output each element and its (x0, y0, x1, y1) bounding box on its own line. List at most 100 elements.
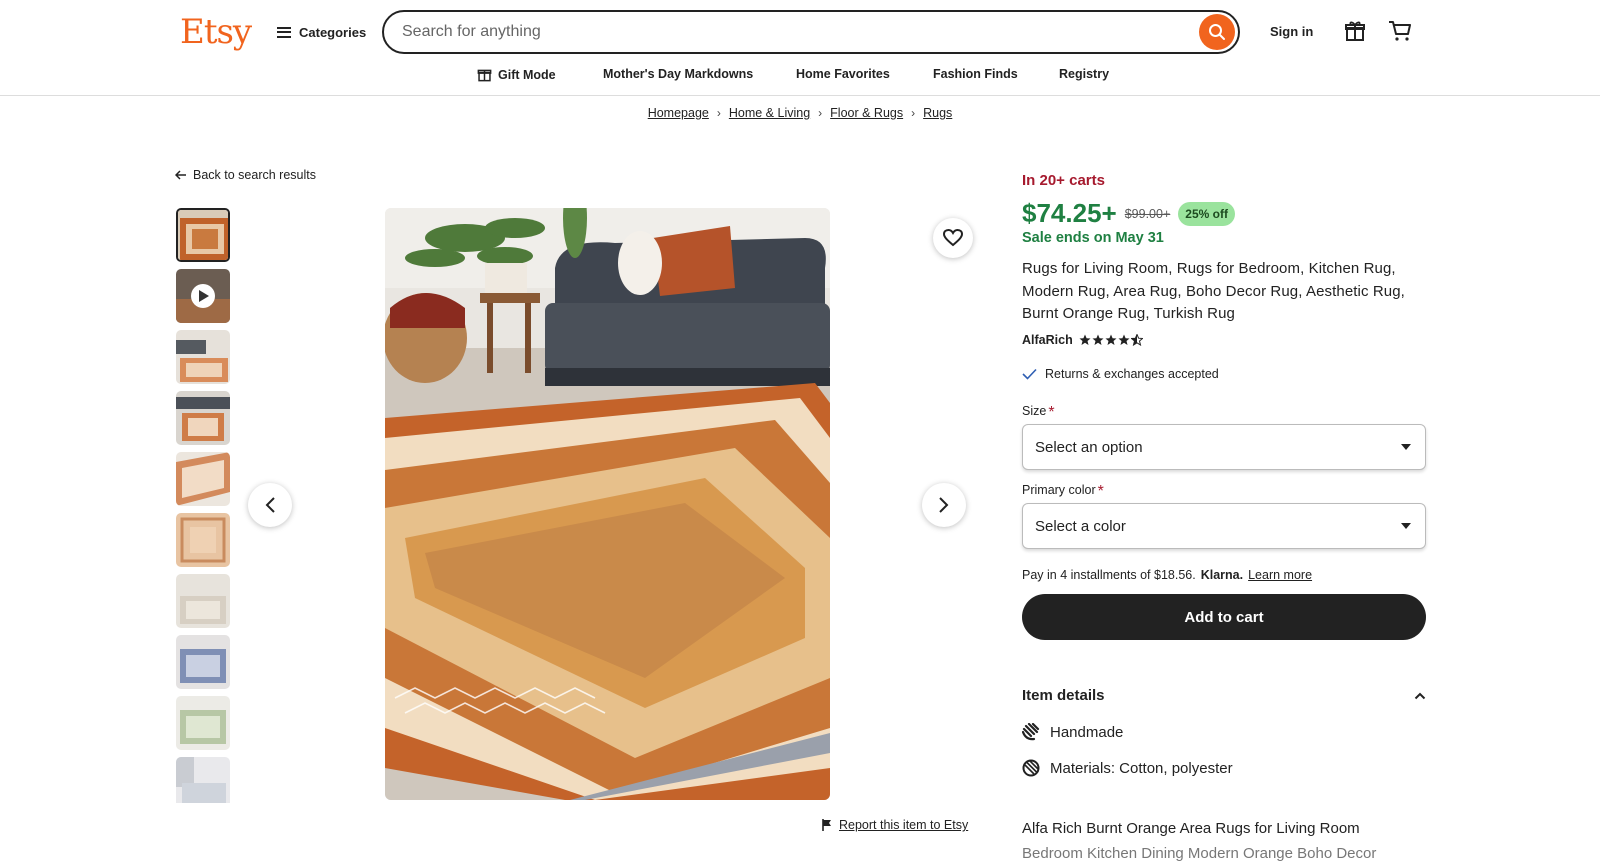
chevron-left-icon (265, 497, 275, 513)
sign-in-link[interactable]: Sign in (1270, 24, 1313, 39)
nav-mothers-day[interactable]: Mother's Day Markdowns (603, 67, 753, 81)
cart-icon[interactable] (1388, 20, 1412, 47)
site-header: Etsy Categories Sign in Gift Mode Mother… (0, 0, 1600, 96)
breadcrumb-floor-rugs[interactable]: Floor & Rugs (830, 106, 903, 120)
in-carts-text: In 20+ carts (1022, 172, 1105, 189)
nav-home-favorites[interactable]: Home Favorites (796, 67, 890, 81)
breadcrumb-homepage[interactable]: Homepage (648, 106, 709, 120)
klarna-learn-more-link[interactable]: Learn more (1248, 568, 1312, 582)
dropdown-caret-icon (1401, 523, 1411, 529)
chevron-right-icon (939, 497, 949, 513)
back-to-results-link[interactable]: Back to search results (175, 168, 316, 182)
heart-icon (943, 229, 963, 247)
report-item-link[interactable]: Report this item to Etsy (822, 818, 968, 832)
star-icon (1079, 334, 1091, 345)
nav-label: Fashion Finds (933, 67, 1018, 81)
thumbnail[interactable] (176, 330, 230, 384)
sale-ends-text: Sale ends on May 31 (1022, 230, 1164, 246)
arrow-left-icon (175, 170, 186, 180)
chevron-right-icon: › (818, 106, 823, 120)
description-line: Alfa Rich Burnt Orange Area Rugs for Liv… (1022, 820, 1360, 837)
sale-price: $74.25+ (1022, 198, 1117, 228)
nav-label: Home Favorites (796, 67, 890, 81)
search-input[interactable] (402, 23, 1199, 41)
main-product-image[interactable] (385, 208, 830, 800)
thumbnail[interactable] (176, 757, 230, 803)
categories-button[interactable]: Categories (277, 22, 366, 42)
original-price: $99.00+ (1124, 206, 1171, 221)
nav-label: Gift Mode (498, 67, 556, 82)
nav-label: Registry (1059, 67, 1110, 81)
chevron-right-icon: › (716, 106, 721, 120)
star-icon (1092, 334, 1104, 345)
returns-policy: Returns & exchanges accepted (1022, 367, 1219, 381)
half-star-icon (1130, 334, 1143, 346)
detail-handmade: Handmade (1022, 723, 1123, 741)
star-icon (1118, 334, 1130, 345)
thumbnail[interactable] (176, 574, 230, 628)
hand-icon (1022, 723, 1040, 741)
thumbnail-strip (175, 207, 233, 803)
checkmark-icon (1022, 368, 1037, 380)
nav-gift-mode[interactable]: Gift Mode (477, 67, 556, 82)
thumbnail[interactable] (176, 696, 230, 750)
thumbnail[interactable] (176, 513, 230, 567)
breadcrumb-home-living[interactable]: Home & Living (729, 106, 810, 120)
shop-row: AlfaRich (1022, 333, 1143, 347)
thumbnail[interactable] (176, 635, 230, 689)
thumbnail[interactable] (176, 391, 230, 445)
item-details-toggle[interactable]: Item details (1022, 687, 1426, 704)
detail-text: Handmade (1050, 723, 1124, 741)
returns-text: Returns & exchanges accepted (1045, 367, 1219, 381)
nav-label: Mother's Day Markdowns (603, 67, 754, 81)
menu-icon (277, 26, 291, 38)
shop-name-link[interactable]: AlfaRich (1022, 333, 1073, 347)
price-row: $74.25+ $99.00+ 25% off (1022, 198, 1235, 229)
thumbnail[interactable] (176, 452, 230, 506)
video-thumbnail[interactable] (176, 269, 230, 323)
product-title: Rugs for Living Room, Rugs for Bedroom, … (1022, 260, 1405, 322)
nav-fashion-finds[interactable]: Fashion Finds (933, 67, 1018, 81)
item-details-heading: Item details (1022, 687, 1105, 704)
gift-icon[interactable] (1344, 20, 1366, 47)
description-line: Bedroom Kitchen Dining Modern Orange Boh… (1022, 845, 1377, 862)
color-select-value: Select a color (1035, 517, 1126, 535)
search-button[interactable] (1199, 14, 1235, 50)
breadcrumb: Homepage › Home & Living › Floor & Rugs … (0, 106, 1600, 120)
gift-mode-icon (477, 69, 492, 82)
report-label: Report this item to Etsy (839, 818, 969, 832)
favorite-button[interactable] (933, 218, 973, 258)
search-icon (1209, 24, 1225, 40)
dropdown-caret-icon (1401, 444, 1411, 450)
back-label: Back to search results (193, 168, 316, 182)
detail-text: Materials: Cotton, polyester (1050, 759, 1233, 777)
rating-stars[interactable] (1079, 334, 1143, 346)
categories-label: Categories (299, 24, 367, 40)
flag-icon (822, 819, 831, 831)
product-description: Alfa Rich Burnt Orange Area Rugs for Liv… (1022, 816, 1427, 862)
materials-icon (1022, 759, 1040, 777)
size-select-value: Select an option (1035, 438, 1143, 456)
star-icon (1105, 334, 1117, 345)
required-marker: * (1048, 404, 1055, 421)
discount-badge: 25% off (1178, 201, 1235, 226)
color-label: Primary color * (1022, 483, 1104, 500)
search-bar (382, 10, 1240, 54)
etsy-logo[interactable]: Etsy (180, 12, 252, 52)
size-select[interactable]: Select an option (1022, 424, 1426, 470)
breadcrumb-rugs[interactable]: Rugs (923, 106, 952, 120)
required-marker: * (1097, 483, 1104, 500)
add-to-cart-button[interactable]: Add to cart (1022, 594, 1426, 640)
size-label: Size * (1022, 404, 1055, 421)
color-select[interactable]: Select a color (1022, 503, 1426, 549)
chevron-up-icon (1414, 692, 1426, 699)
klarna-text: Pay in 4 installments of $18.56. (1022, 568, 1196, 582)
klarna-installments: Pay in 4 installments of $18.56. Klarna.… (1022, 568, 1312, 582)
next-image-button[interactable] (922, 483, 966, 527)
klarna-logo: Klarna. (1200, 568, 1244, 582)
detail-materials: Materials: Cotton, polyester (1022, 759, 1233, 777)
previous-image-button[interactable] (248, 483, 292, 527)
chevron-right-icon: › (911, 106, 916, 120)
thumbnail[interactable] (176, 208, 230, 262)
nav-registry[interactable]: Registry (1059, 67, 1109, 81)
